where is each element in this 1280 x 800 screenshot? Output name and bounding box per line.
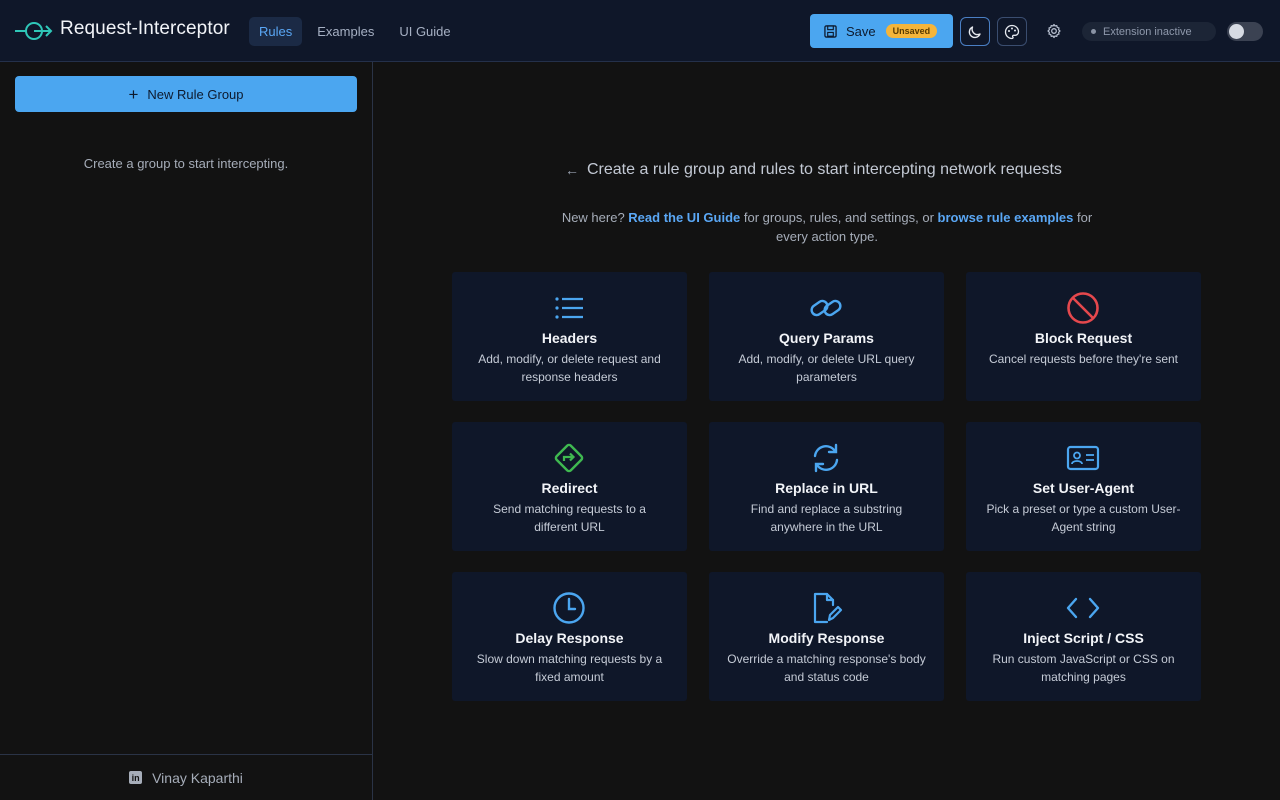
card-headers[interactable]: Headers Add, modify, or delete request a… bbox=[452, 272, 687, 401]
main-subtext: New here? Read the UI Guide for groups, … bbox=[560, 208, 1094, 246]
nav-rules[interactable]: Rules bbox=[249, 17, 303, 46]
status-text: Extension inactive bbox=[1103, 25, 1192, 38]
new-rule-group-button[interactable]: + New Rule Group bbox=[15, 76, 357, 112]
card-title: Redirect bbox=[541, 480, 598, 496]
card-inject-script-css[interactable]: Inject Script / CSS Run custom JavaScrip… bbox=[966, 572, 1201, 701]
card-title: Replace in URL bbox=[775, 480, 878, 496]
theme-palette-button[interactable] bbox=[997, 17, 1027, 46]
moon-icon bbox=[968, 25, 981, 38]
card-title: Inject Script / CSS bbox=[1023, 630, 1144, 646]
card-title: Headers bbox=[541, 330, 598, 346]
link-icon bbox=[810, 299, 842, 317]
card-description: Cancel requests before they're sent bbox=[988, 352, 1179, 366]
redirect-icon bbox=[554, 443, 584, 473]
linkedin-icon[interactable]: in bbox=[129, 771, 143, 784]
arrow-left-icon: ← bbox=[565, 162, 579, 178]
card-description: Slow down matching requests by a fixed a… bbox=[476, 652, 663, 684]
refresh-icon bbox=[813, 443, 839, 473]
interceptor-logo-icon bbox=[15, 22, 53, 40]
nav-examples[interactable]: Examples bbox=[307, 17, 384, 46]
card-set-user-agent[interactable]: Set User-Agent Pick a preset or type a c… bbox=[966, 422, 1201, 551]
card-query-params[interactable]: Query Params Add, modify, or delete URL … bbox=[709, 272, 944, 401]
new-rule-group-label: New Rule Group bbox=[147, 86, 244, 102]
rule-examples-link[interactable]: browse rule examples bbox=[938, 210, 1074, 225]
code-icon bbox=[1066, 597, 1100, 619]
sub-middle: for groups, rules, and settings, or bbox=[740, 210, 938, 225]
main-heading: ← Create a rule group and rules to start… bbox=[565, 161, 1062, 179]
card-description: Override a matching response's body and … bbox=[727, 652, 926, 684]
file-edit-icon bbox=[813, 592, 843, 624]
ui-guide-link[interactable]: Read the UI Guide bbox=[628, 210, 740, 225]
sidebar-empty-message: Create a group to start intercepting. bbox=[83, 156, 289, 171]
top-nav: Rules Examples UI Guide bbox=[249, 17, 466, 46]
card-description: Pick a preset or type a custom User-Agen… bbox=[986, 502, 1181, 534]
card-redirect[interactable]: Redirect Send matching requests to a dif… bbox=[452, 422, 687, 551]
status-dot-icon bbox=[1091, 29, 1096, 34]
card-title: Modify Response bbox=[768, 630, 885, 646]
nav-ui-guide[interactable]: UI Guide bbox=[389, 17, 460, 46]
main-heading-text: Create a rule group and rules to start i… bbox=[587, 161, 1062, 178]
list-icon bbox=[555, 297, 583, 319]
card-replace-in-url[interactable]: Replace in URL Find and replace a substr… bbox=[709, 422, 944, 551]
sidebar: + New Rule Group Create a group to start… bbox=[0, 62, 373, 800]
toggle-knob bbox=[1229, 24, 1244, 39]
card-title: Query Params bbox=[779, 330, 874, 346]
plus-icon: + bbox=[128, 84, 139, 104]
card-description: Add, modify, or delete request and respo… bbox=[478, 352, 661, 384]
card-delay-response[interactable]: Delay Response Slow down matching reques… bbox=[452, 572, 687, 701]
save-disk-icon bbox=[824, 24, 837, 38]
card-block-request[interactable]: Block Request Cancel requests before the… bbox=[966, 272, 1201, 401]
gear-icon bbox=[1047, 23, 1061, 39]
card-description: Send matching requests to a different UR… bbox=[493, 502, 646, 534]
card-title: Delay Response bbox=[515, 630, 624, 646]
extension-status-badge: Extension inactive bbox=[1082, 22, 1216, 41]
card-title: Block Request bbox=[1034, 330, 1133, 346]
card-title: Set User-Agent bbox=[1032, 480, 1135, 496]
save-button[interactable]: Save Unsaved bbox=[810, 14, 953, 48]
top-header: Request-Interceptor Rules Examples UI Gu… bbox=[0, 0, 1280, 62]
extension-toggle[interactable] bbox=[1227, 22, 1263, 41]
palette-icon bbox=[1004, 24, 1020, 39]
clock-icon bbox=[553, 592, 585, 624]
card-description: Find and replace a substring anywhere in… bbox=[750, 502, 903, 534]
unsaved-badge: Unsaved bbox=[885, 24, 938, 38]
id-card-icon bbox=[1066, 445, 1100, 471]
sidebar-footer: in Vinay Kaparthi bbox=[0, 754, 372, 800]
block-icon bbox=[1067, 292, 1099, 324]
card-description: Add, modify, or delete URL query paramet… bbox=[738, 352, 915, 384]
card-modify-response[interactable]: Modify Response Override a matching resp… bbox=[709, 572, 944, 701]
app-title: Request-Interceptor bbox=[60, 18, 230, 39]
settings-button[interactable] bbox=[1043, 20, 1065, 42]
save-label: Save bbox=[846, 23, 876, 39]
dark-mode-button[interactable] bbox=[960, 17, 990, 46]
author-name[interactable]: Vinay Kaparthi bbox=[152, 770, 243, 786]
card-description: Run custom JavaScript or CSS on matching… bbox=[992, 652, 1175, 684]
sub-prefix: New here? bbox=[561, 210, 629, 225]
